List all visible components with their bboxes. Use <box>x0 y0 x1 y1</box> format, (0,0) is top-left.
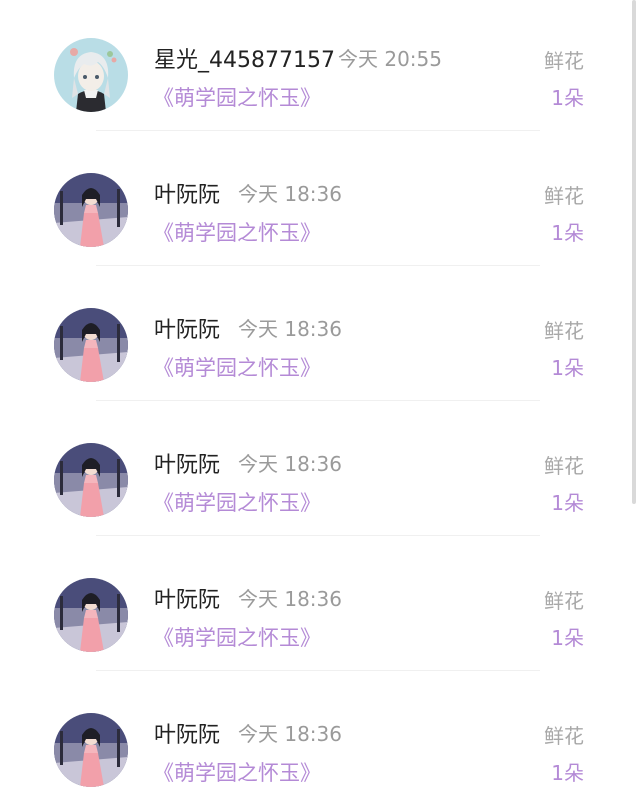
timestamp: 今天 18:36 <box>238 452 342 476</box>
list-item[interactable]: 叶阮阮 今天 18:36 《萌学园之怀玉》 鲜花 1朵 <box>0 540 640 675</box>
row-divider <box>96 400 540 401</box>
pink-dress-girl-avatar[interactable] <box>54 443 128 517</box>
timestamp: 今天 18:36 <box>238 182 342 206</box>
pink-dress-girl-avatar[interactable] <box>54 578 128 652</box>
gift-type-label: 鲜花 <box>544 454 584 478</box>
gift-count: 1朵 <box>551 491 584 515</box>
list-item[interactable]: 叶阮阮 今天 18:36 《萌学园之怀玉》 鲜花 1朵 <box>0 675 640 810</box>
username[interactable]: 叶阮阮 <box>154 177 220 209</box>
list-item[interactable]: 叶阮阮 今天 18:36 《萌学园之怀玉》 鲜花 1朵 <box>0 270 640 405</box>
timestamp: 今天 20:55 <box>338 47 442 71</box>
book-title-link[interactable]: 《萌学园之怀玉》 <box>153 487 321 517</box>
row-divider <box>96 130 540 131</box>
gift-type-label: 鲜花 <box>544 49 584 73</box>
username[interactable]: 叶阮阮 <box>154 717 220 749</box>
timestamp: 今天 18:36 <box>238 722 342 746</box>
book-title-link[interactable]: 《萌学园之怀玉》 <box>153 82 321 112</box>
book-title-link[interactable]: 《萌学园之怀玉》 <box>153 622 321 652</box>
gift-type-label: 鲜花 <box>544 589 584 613</box>
book-title-link[interactable]: 《萌学园之怀玉》 <box>153 757 321 787</box>
username[interactable]: 叶阮阮 <box>154 312 220 344</box>
list-item[interactable]: 星光_445877157 今天 20:55 《萌学园之怀玉》 鲜花 1朵 <box>0 0 640 135</box>
row-divider <box>96 670 540 671</box>
white-hair-girl-avatar[interactable] <box>54 38 128 112</box>
pink-dress-girl-avatar[interactable] <box>54 713 128 787</box>
username[interactable]: 叶阮阮 <box>154 582 220 614</box>
gift-record-list: 星光_445877157 今天 20:55 《萌学园之怀玉》 鲜花 1朵 叶阮阮… <box>0 0 640 810</box>
gift-type-label: 鲜花 <box>544 184 584 208</box>
username[interactable]: 星光_445877157 <box>154 42 335 74</box>
book-title-link[interactable]: 《萌学园之怀玉》 <box>153 217 321 247</box>
timestamp: 今天 18:36 <box>238 587 342 611</box>
gift-type-label: 鲜花 <box>544 724 584 748</box>
row-divider <box>96 265 540 266</box>
gift-count: 1朵 <box>551 86 584 110</box>
pink-dress-girl-avatar[interactable] <box>54 173 128 247</box>
pink-dress-girl-avatar[interactable] <box>54 308 128 382</box>
row-divider <box>96 535 540 536</box>
gift-count: 1朵 <box>551 356 584 380</box>
gift-type-label: 鲜花 <box>544 319 584 343</box>
gift-count: 1朵 <box>551 626 584 650</box>
book-title-link[interactable]: 《萌学园之怀玉》 <box>153 352 321 382</box>
gift-count: 1朵 <box>551 221 584 245</box>
list-item[interactable]: 叶阮阮 今天 18:36 《萌学园之怀玉》 鲜花 1朵 <box>0 135 640 270</box>
list-item[interactable]: 叶阮阮 今天 18:36 《萌学园之怀玉》 鲜花 1朵 <box>0 405 640 540</box>
timestamp: 今天 18:36 <box>238 317 342 341</box>
gift-count: 1朵 <box>551 761 584 785</box>
username[interactable]: 叶阮阮 <box>154 447 220 479</box>
vertical-scrollbar[interactable] <box>632 0 636 504</box>
